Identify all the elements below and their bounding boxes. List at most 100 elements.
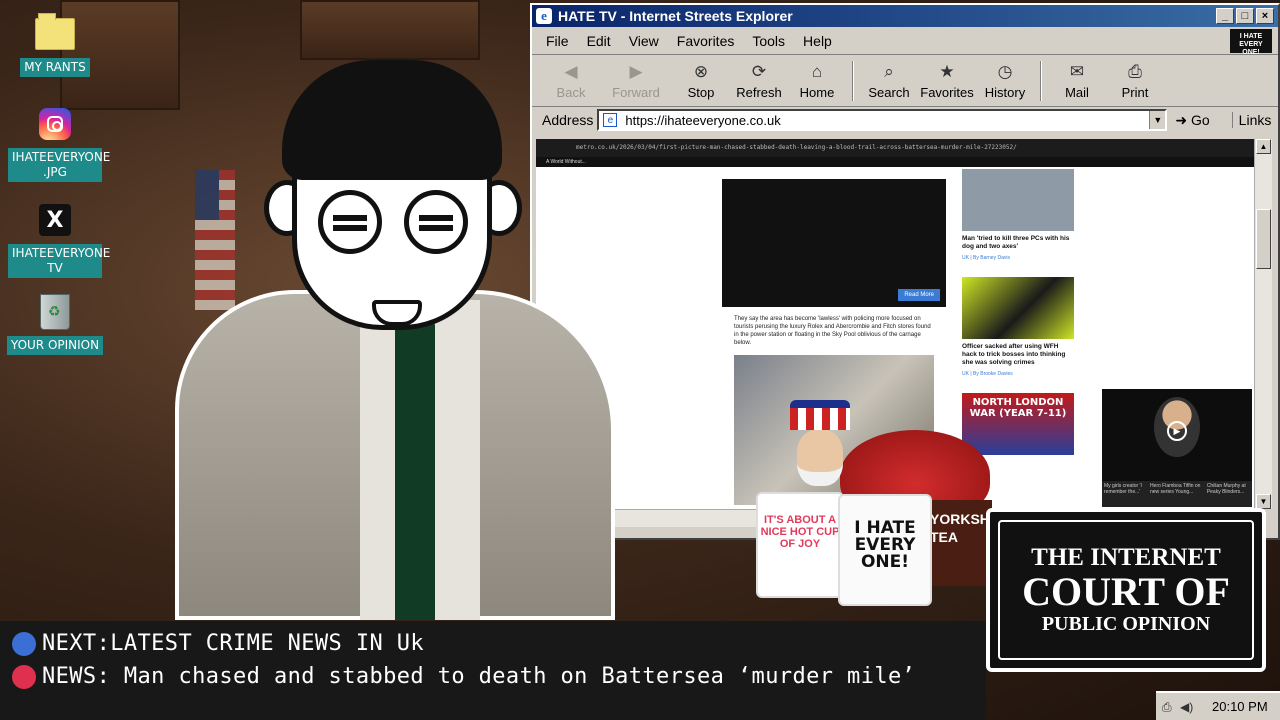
stop-icon: ⊗ — [693, 62, 709, 81]
stop-label: Stop — [687, 85, 715, 100]
desktop-icon-my-rants[interactable]: MY RANTS — [5, 13, 105, 77]
history-label: History — [984, 85, 1026, 100]
x-icon: X — [35, 200, 75, 240]
play-icon[interactable]: ▶ — [1167, 421, 1187, 441]
desktop-icon-your-opinion[interactable]: YOUR OPINION — [5, 292, 105, 355]
history-icon: ◷ — [997, 62, 1013, 81]
instagram-icon — [35, 104, 75, 144]
toolbar-separator — [1040, 60, 1042, 101]
read-more-button[interactable]: Read More — [898, 289, 940, 301]
print-button[interactable]: ⎙ Print — [1106, 61, 1164, 100]
sidebar-article-image — [962, 277, 1074, 339]
volume-icon[interactable]: ◀) — [1180, 700, 1194, 714]
video-player[interactable]: ▶ My girls creator 'I remember the...' H… — [1102, 389, 1252, 507]
sidebar-article[interactable]: Man 'tried to kill three PCs with his do… — [962, 169, 1074, 261]
address-dropdown-icon[interactable]: ▼ — [1149, 111, 1166, 129]
wood-panel — [300, 0, 480, 60]
favorites-label: Favorites — [920, 85, 974, 100]
home-icon: ⌂ — [811, 62, 823, 81]
refresh-button[interactable]: ⟳ Refresh — [730, 61, 788, 100]
page-icon: e — [603, 113, 618, 127]
court-sign-line1: THE INTERNET — [1031, 544, 1221, 571]
favorites-button[interactable]: ★ Favorites — [918, 61, 976, 100]
ticker-next-row: NEXT:LATEST CRIME NEWS IN Uk — [12, 631, 424, 656]
forward-button[interactable]: ▶ Forward — [600, 61, 672, 100]
court-sign: THE INTERNET COURT OF PUBLIC OPINION — [986, 508, 1266, 672]
video-strip-item[interactable]: My girls creator 'I remember the...' — [1104, 483, 1146, 505]
favorites-icon: ★ — [939, 62, 955, 81]
menu-bar: File Edit View Favorites Tools Help I HA… — [532, 27, 1278, 56]
desktop-icon-label: IHATEEVERYONE .JPG — [8, 148, 110, 182]
scroll-down-icon[interactable]: ▼ — [1256, 494, 1271, 509]
sidebar-article[interactable]: Officer sacked after using WFH hack to t… — [962, 277, 1074, 377]
forward-label: Forward — [612, 85, 660, 100]
ticker-news-text: NEWS: Man chased and stabbed to death on… — [42, 664, 916, 689]
print-label: Print — [1121, 85, 1149, 100]
refresh-label: Refresh — [736, 85, 782, 100]
address-value: https://ihateeveryone.co.uk — [625, 112, 781, 128]
right-eye — [404, 190, 468, 254]
ad-video[interactable]: Read More — [722, 179, 946, 307]
search-button[interactable]: ⌕ Search — [860, 61, 918, 100]
desktop-icon-ihateeveryone-tv[interactable]: X IHATEEVERYONE TV — [5, 200, 110, 278]
mug-left: IT'S ABOUT A NICE HOT CUP OF JOY — [756, 492, 844, 598]
scroll-thumb[interactable] — [1256, 209, 1271, 269]
sidebar-article-byline: UK | By Brooke Davies — [962, 371, 1013, 377]
home-button[interactable]: ⌂ Home — [788, 61, 846, 100]
red-dot-icon — [12, 664, 36, 689]
sidebar-article[interactable]: NORTH LONDON WAR (YEAR 7-11) — [962, 393, 1074, 455]
hair — [282, 60, 502, 180]
address-label: Address — [542, 112, 594, 128]
video-strip-item[interactable]: Chilian Murphy at Peaky Blinders... — [1207, 483, 1250, 505]
mail-button[interactable]: ✉ Mail — [1048, 61, 1106, 100]
links-button[interactable]: Links — [1231, 112, 1271, 128]
inner-tab: A World Without... — [536, 157, 1254, 167]
article-text: They say the area has become 'lawless' w… — [734, 316, 931, 346]
menu-edit[interactable]: Edit — [587, 33, 611, 49]
inner-url-bar: metro.co.uk/2026/03/04/first-picture-man… — [536, 139, 1254, 157]
go-label: Go — [1190, 111, 1210, 128]
desktop-icon-ihateeveryone-jpg[interactable]: IHATEEVERYONE .JPG — [5, 104, 110, 182]
menu-file[interactable]: File — [546, 33, 569, 49]
uncle-sam-figure — [790, 400, 850, 490]
left-eye — [318, 190, 382, 254]
us-flag — [195, 170, 235, 310]
clock[interactable]: 20:10 PM — [1212, 699, 1268, 714]
sidebar-article-image: NORTH LONDON WAR (YEAR 7-11) — [962, 393, 1074, 455]
address-bar: Address e https://ihateeveryone.co.uk ▼ … — [532, 107, 1278, 133]
vertical-scrollbar[interactable]: ▲ ▼ — [1254, 139, 1272, 509]
character-head — [262, 60, 524, 330]
mail-label: Mail — [1065, 85, 1089, 100]
sidebar-article-caption: Man 'tried to kill three PCs with his do… — [962, 235, 1070, 250]
news-ticker: NEXT:LATEST CRIME NEWS IN Uk NEWS: Man c… — [0, 621, 986, 720]
back-button[interactable]: ◀ Back — [542, 61, 600, 100]
maximize-button[interactable]: □ — [1236, 8, 1254, 24]
recycle-bin-icon — [35, 292, 75, 332]
blue-dot-icon — [12, 631, 36, 656]
back-label: Back — [556, 85, 586, 100]
title-bar[interactable]: e HATE TV - Internet Streets Explorer _ … — [532, 5, 1278, 27]
video-strip-item[interactable]: Hero Flamboa Tiffin on new series Young.… — [1150, 483, 1203, 505]
sidebar-article-image — [962, 169, 1074, 231]
tea-box: YORKSHIRE TEA — [926, 500, 1013, 586]
go-button[interactable]: ➜ Go — [1175, 112, 1209, 129]
minimize-button[interactable]: _ — [1216, 8, 1234, 24]
menu-help[interactable]: Help — [803, 33, 832, 49]
printer-tray-icon[interactable]: ⎙ — [1162, 700, 1176, 714]
desktop-icon-label: IHATEEVERYONE TV — [8, 244, 110, 278]
character-tie — [395, 320, 435, 620]
system-tray: ⎙ ◀) 20:10 PM — [1156, 691, 1280, 720]
menu-favorites[interactable]: Favorites — [677, 33, 735, 49]
address-input[interactable]: e https://ihateeveryone.co.uk ▼ — [597, 109, 1168, 131]
close-button[interactable]: × — [1256, 8, 1274, 24]
print-icon: ⎙ — [1128, 62, 1142, 81]
history-button[interactable]: ◷ History — [976, 61, 1034, 100]
search-icon: ⌕ — [884, 62, 894, 81]
forward-arrow-icon: ▶ — [629, 62, 643, 81]
stop-button[interactable]: ⊗ Stop — [672, 61, 730, 100]
mug-right: I HATE EVERY ONE! — [838, 494, 932, 606]
menu-view[interactable]: View — [629, 33, 659, 49]
menu-tools[interactable]: Tools — [752, 33, 785, 49]
scroll-up-icon[interactable]: ▲ — [1256, 139, 1271, 154]
home-label: Home — [799, 85, 835, 100]
